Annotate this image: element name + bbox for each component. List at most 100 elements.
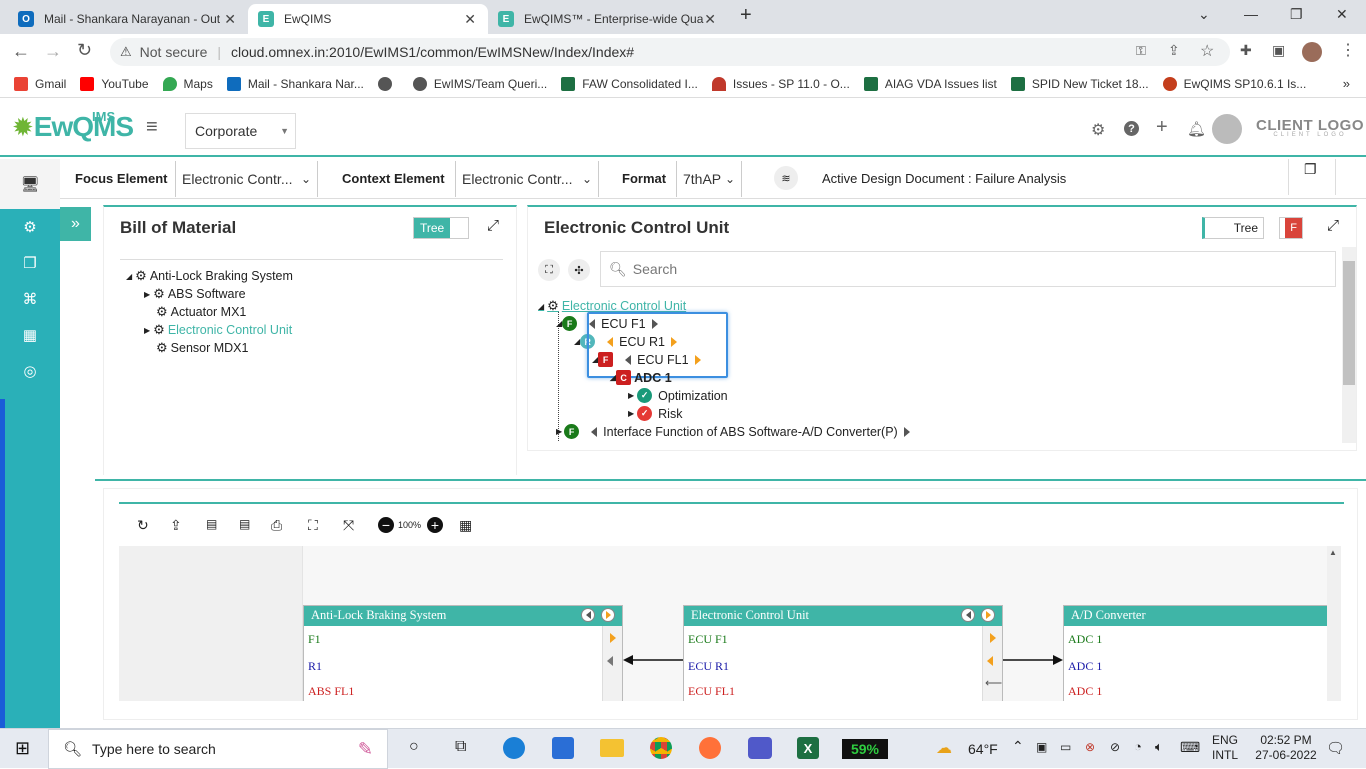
sidebar-item-support[interactable]: ◎	[0, 353, 60, 389]
print-icon[interactable]: ⎙	[271, 517, 282, 534]
bell-icon[interactable]: 🔔︎	[1187, 120, 1206, 138]
next-icon[interactable]	[903, 426, 910, 437]
org-select[interactable]: Corporate ▼	[185, 113, 296, 149]
expand-panel-button[interactable]: »	[60, 207, 91, 241]
grid-icon[interactable]: ▦	[459, 517, 472, 534]
close-icon[interactable]: ✕	[464, 11, 476, 28]
upload-icon[interactable]: ⇪	[170, 517, 182, 534]
more-bookmarks-icon[interactable]: »	[1343, 76, 1350, 91]
taskbar-search-input[interactable]: 🔍︎ Type here to search ✎	[48, 729, 388, 769]
zoom-out-icon[interactable]: −	[378, 517, 394, 533]
bookmark-issues[interactable]: Issues - SP 11.0 - O...	[711, 76, 850, 91]
minimize-button[interactable]: —	[1244, 6, 1258, 22]
tree-node-abs-software[interactable]: ▶ ⚙ ABS Software	[144, 286, 246, 302]
layers-icon[interactable]: ≋	[774, 166, 798, 190]
tray-security-icon[interactable]: ⊘	[1110, 740, 1120, 754]
tab-ewqims-enterprise[interactable]: E EwQIMS™ - Enterprise-wide Qua ✕	[488, 4, 728, 34]
tray-alert-icon[interactable]: ⊗	[1085, 740, 1095, 754]
copy-icon[interactable]: ❐	[1304, 161, 1317, 178]
fullscreen-icon[interactable]: ⤧	[343, 517, 354, 534]
chrome-icon[interactable]	[650, 737, 672, 759]
url-field[interactable]: ⚠ Not secure | cloud.omnex.in:2010/EwIMS…	[110, 38, 1230, 66]
bookmark-mail[interactable]: Mail - Shankara Nar...	[226, 76, 364, 91]
close-icon[interactable]: ✕	[704, 11, 716, 28]
battery-icon[interactable]: ▭	[1060, 740, 1071, 754]
expand-icon[interactable]: ⤢	[487, 217, 499, 234]
chevron-up-icon[interactable]: ⌃	[1012, 738, 1024, 755]
reload-icon[interactable]: ↻	[77, 40, 92, 61]
bookmark-youtube[interactable]: YouTube	[80, 76, 149, 91]
sidebar-item-monitor[interactable]: 🖥︎	[0, 159, 60, 209]
bookmark-maps[interactable]: Maps	[162, 76, 213, 91]
tree-node-abs-system[interactable]: ◢ ⚙ Anti-Lock Braking System	[126, 268, 293, 284]
ecu-tree-toggle[interactable]: Tree	[1202, 217, 1264, 239]
weather-temp[interactable]: 64°F	[968, 741, 998, 757]
excel-icon[interactable]: X	[797, 737, 819, 759]
tree-node-interface-function[interactable]: ▶ F Interface Function of ABS Software-A/D…	[556, 424, 916, 439]
windows-start-icon[interactable]: ⊞	[15, 738, 30, 759]
task-view-icon[interactable]: ⧉	[455, 738, 466, 756]
star-icon[interactable]: ☆	[1200, 41, 1214, 61]
plus-icon[interactable]: +	[1156, 116, 1168, 139]
bookmark-ewims-team[interactable]: EwIMS/Team Queri...	[412, 76, 547, 91]
tree-node-actuator[interactable]: ⚙ Actuator MX1	[156, 304, 246, 320]
sidebar-item-settings[interactable]: ⚙	[0, 209, 60, 245]
refresh-icon[interactable]: ↻	[137, 517, 149, 534]
sidebar-item-building[interactable]: ▦	[0, 317, 60, 353]
sidebar-item-map[interactable]: ⌘	[0, 281, 60, 317]
language-indicator[interactable]: ENG INTL	[1212, 733, 1238, 763]
back-icon[interactable]: ←	[12, 41, 30, 62]
battery-widget[interactable]: 59%	[842, 739, 888, 759]
bom-tree-toggle[interactable]: Tree	[413, 217, 469, 239]
file-explorer-icon[interactable]	[600, 739, 624, 757]
format-select[interactable]: 7thAP ⌄	[676, 161, 742, 197]
bookmark-spid[interactable]: SPID New Ticket 18...	[1010, 76, 1149, 91]
teams-icon[interactable]	[748, 737, 772, 759]
new-tab-button[interactable]: +	[740, 4, 752, 27]
bookmark-aiag[interactable]: AIAG VDA Issues list	[863, 76, 997, 91]
fit-screen-icon[interactable]: ⛶	[308, 517, 318, 534]
tree-node-adc1[interactable]: ◢ C ADC 1	[610, 370, 672, 385]
collapse-all-icon[interactable]: ✣	[568, 259, 590, 281]
sidepanel-icon[interactable]: ▣	[1272, 42, 1285, 59]
svg-export-icon[interactable]: ▤	[206, 517, 217, 531]
tab-mail[interactable]: O Mail - Shankara Narayanan - Out ✕	[8, 4, 248, 34]
maximize-button[interactable]: ❐	[1290, 6, 1303, 23]
sidebar-item-documents[interactable]: ❐	[0, 245, 60, 281]
window-close-button[interactable]: ✕	[1336, 6, 1348, 23]
tree-node-ecu[interactable]: ▶ ⚙ Electronic Control Unit	[144, 322, 292, 338]
help-icon[interactable]: ?	[1124, 121, 1139, 136]
tree-node-sensor[interactable]: ⚙ Sensor MDX1	[156, 340, 248, 356]
store-icon[interactable]	[552, 737, 574, 759]
scrollbar[interactable]	[1342, 247, 1356, 443]
notification-icon[interactable]: 🗨︎	[1326, 739, 1345, 757]
hamburger-menu-icon[interactable]: ≡	[146, 116, 158, 139]
volume-icon[interactable]: 🔈︎	[1155, 739, 1163, 755]
menu-dots-icon[interactable]: ⋮	[1340, 40, 1356, 60]
profile-avatar[interactable]	[1302, 42, 1322, 62]
context-element-select[interactable]: Electronic Contr... ⌄	[455, 161, 599, 197]
clock[interactable]: 02:52 PM 27-06-2022	[1254, 733, 1318, 763]
forward-icon[interactable]: →	[44, 41, 62, 62]
bookmark-globe[interactable]	[377, 76, 399, 91]
ecu-search-input[interactable]: 🔍︎ Search	[600, 251, 1336, 287]
tab-ewqims[interactable]: E EwQIMS ✕	[248, 4, 488, 34]
extensions-icon[interactable]: ✚	[1240, 42, 1252, 59]
bookmark-gmail[interactable]: Gmail	[14, 76, 66, 91]
chevron-down-icon[interactable]: ⌄	[1198, 6, 1210, 23]
diagram-scrollbar[interactable]: ▲	[1327, 546, 1341, 701]
user-avatar[interactable]	[1212, 114, 1242, 144]
key-icon[interactable]: ⚿	[1136, 43, 1146, 59]
bookmark-ewqims-sp[interactable]: EwQIMS SP10.6.1 Is...	[1162, 76, 1306, 91]
expand-all-icon[interactable]: ⛶	[538, 259, 560, 281]
expand-icon[interactable]: ⤢	[1327, 217, 1339, 234]
wifi-icon[interactable]: ◔	[1134, 739, 1142, 754]
zoom-in-icon[interactable]: +	[427, 517, 443, 533]
cortana-icon[interactable]: ○	[409, 738, 419, 756]
diagram-canvas[interactable]: Anti-Lock Braking System F1 R1 ABS FL1 E…	[119, 546, 1341, 701]
tree-node-optimization[interactable]: ▶ ✓ Optimization	[628, 388, 728, 403]
share-icon[interactable]: ⇪	[1168, 42, 1180, 59]
firefox-icon[interactable]	[699, 737, 721, 759]
tree-node-risk[interactable]: ▶ ✓ Risk	[628, 406, 682, 421]
scrollbar-thumb[interactable]	[1343, 261, 1355, 385]
